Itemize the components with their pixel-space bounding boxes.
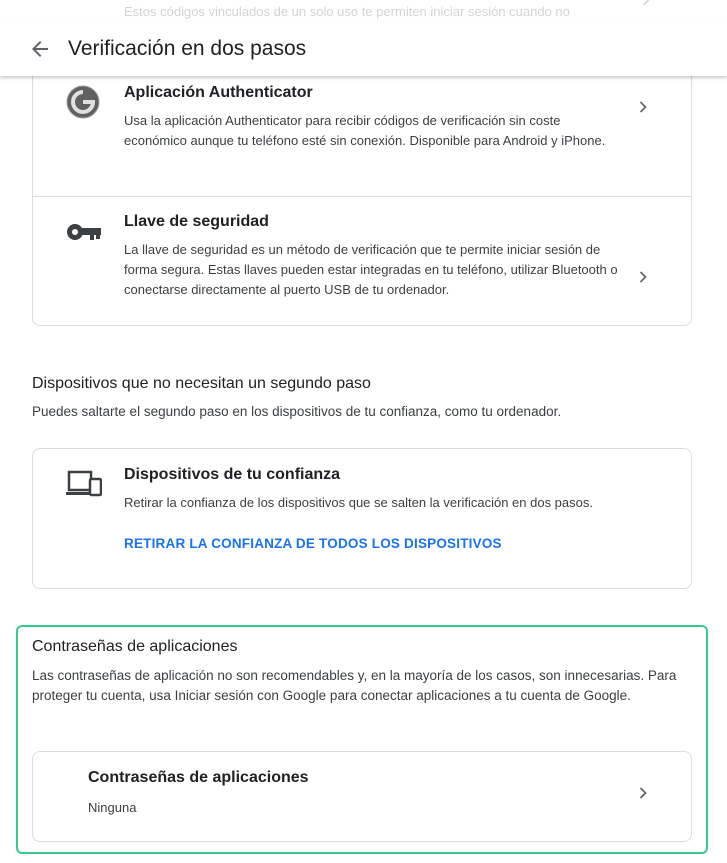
method-description: Usa la aplicación Authenticator para rec… [124, 113, 606, 148]
page-title: Verificación en dos pasos [68, 37, 307, 60]
trusted-devices-description: Retirar la confianza de los dispositivos… [124, 495, 593, 510]
devices-section-description: Puedes saltarte el segundo paso en los d… [32, 404, 562, 419]
method-description: La llave de seguridad es un método de ve… [124, 242, 618, 297]
app-passwords-count: Ninguna [88, 800, 137, 815]
chevron-right-icon[interactable] [633, 267, 653, 287]
app-passwords-card[interactable]: Contraseñas de aplicaciones Ninguna [32, 751, 692, 842]
app-passwords-section-title: Contraseñas de aplicaciones [32, 638, 238, 655]
chevron-right-icon[interactable] [633, 97, 653, 117]
back-button[interactable] [28, 37, 52, 61]
method-title: Aplicación Authenticator [124, 84, 313, 101]
devices-section-title: Dispositivos que no necesitan un segundo… [32, 375, 371, 392]
chevron-right-icon[interactable] [633, 783, 653, 803]
app-passwords-section-description: Las contraseñas de aplicación no son rec… [32, 668, 677, 703]
arrow-back-icon [32, 41, 48, 57]
chevron-right-icon [636, 0, 656, 10]
devices-icon [66, 470, 102, 498]
key-icon [66, 221, 102, 243]
method-title: Llave de seguridad [124, 213, 269, 230]
revoke-all-devices-button[interactable]: RETIRAR LA CONFIANZA DE TODOS LOS DISPOS… [124, 536, 502, 551]
authenticator-icon [66, 85, 100, 119]
trusted-devices-title: Dispositivos de tu confianza [124, 466, 341, 483]
method-row-security-key[interactable]: Llave de seguridad La llave de seguridad… [33, 197, 691, 325]
methods-card: Aplicación Authenticator Usa la aplicaci… [32, 40, 692, 326]
trusted-devices-card: Dispositivos de tu confianza Retirar la … [32, 448, 692, 589]
app-passwords-card-title: Contraseñas de aplicaciones [88, 769, 309, 786]
app-header: Verificación en dos pasos [0, 22, 727, 76]
